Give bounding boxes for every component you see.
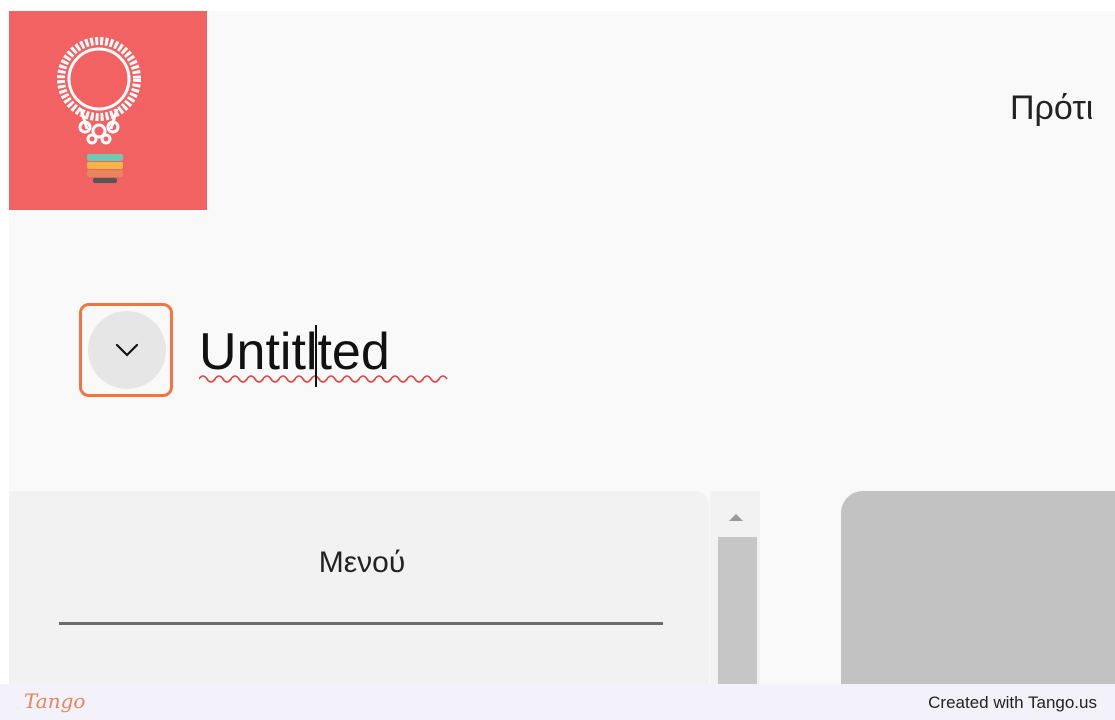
menu-tab-underline: [59, 622, 663, 625]
menu-tab[interactable]: Μενού: [9, 546, 715, 580]
footer-credit: Created with Tango.us: [928, 693, 1097, 712]
scrollbar-thumb[interactable]: [718, 537, 757, 684]
chevron-down-icon: [115, 343, 139, 357]
lightbulb-gear-icon: [57, 37, 141, 183]
nav-link[interactable]: Πρότι: [1010, 89, 1093, 128]
arrow-up-icon[interactable]: [728, 512, 744, 522]
text-cursor: [315, 325, 317, 387]
menu-panel: Μενού: [9, 491, 709, 684]
brand-logo[interactable]: [9, 11, 207, 210]
app-window: Πρότι Untitlted Μενού: [9, 11, 1115, 684]
content-card: [841, 491, 1115, 684]
expand-button[interactable]: [88, 311, 166, 389]
footer-bar: Tango Created with Tango.us: [0, 684, 1115, 720]
tango-logo: Tango: [24, 689, 86, 713]
spellcheck-underline: [199, 375, 448, 383]
scrollbar[interactable]: [710, 491, 760, 684]
